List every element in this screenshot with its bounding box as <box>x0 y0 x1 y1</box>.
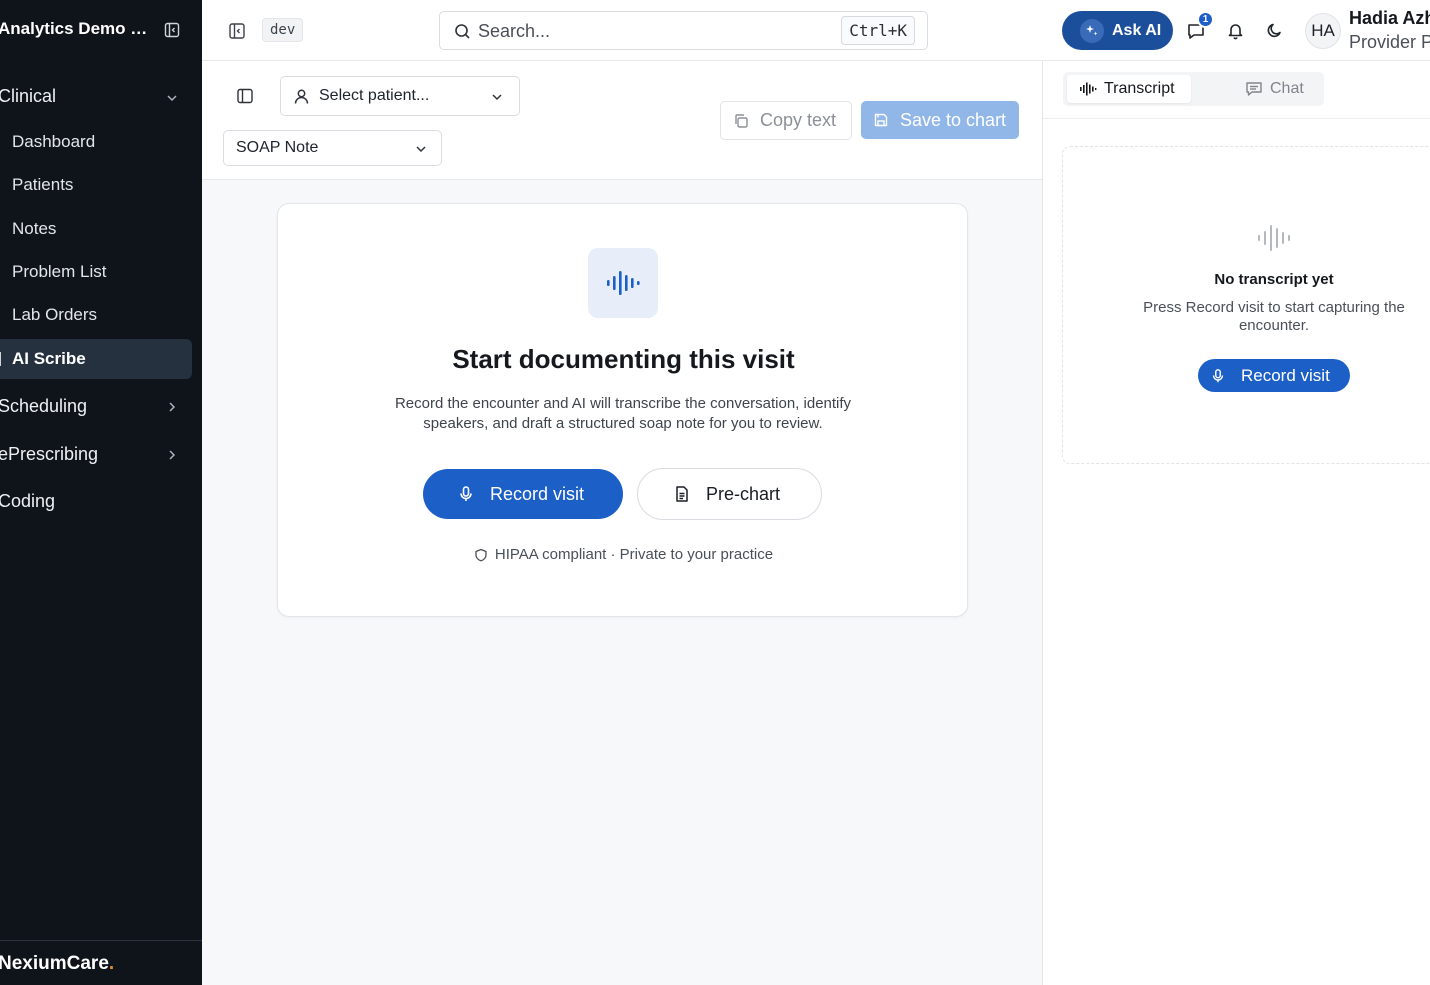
dark-mode-icon[interactable] <box>1265 21 1284 40</box>
sidebar-footer: NexiumCare. <box>0 940 202 985</box>
sidebar-header: Analytics Demo Clinic <box>0 0 202 61</box>
notification-count-badge: 1 <box>1197 11 1214 28</box>
top-bar: dev Ctrl+K Ask AI 1 HA Hadia Azhar Provi… <box>202 0 1430 61</box>
app-logo: NexiumCare. <box>0 953 114 975</box>
start-visit-card: Start documenting this visit Record the … <box>277 203 968 617</box>
section-clinical[interactable]: Clinical <box>0 86 56 107</box>
ask-ai-label: Ask AI <box>1112 21 1162 39</box>
sparkle-icon <box>1080 18 1104 43</box>
chevron-right-icon[interactable] <box>164 399 180 415</box>
org-title[interactable]: Analytics Demo Clinic <box>0 19 156 39</box>
sidebar-toggle-icon[interactable] <box>228 22 246 40</box>
sidebar: Analytics Demo Clinic Clinical Dashboard… <box>0 0 202 985</box>
chat-icon <box>1245 81 1263 97</box>
section-coding[interactable]: Coding <box>0 491 55 512</box>
pre-chart-button[interactable]: Pre-chart <box>637 468 822 520</box>
logo-dot: . <box>108 953 115 974</box>
sparkle-icon <box>0 352 2 366</box>
chevron-down-icon <box>489 89 505 105</box>
audio-wave-icon <box>1079 81 1097 97</box>
document-icon <box>673 485 691 503</box>
copy-icon <box>733 113 749 129</box>
card-description: Record the encounter and AI will transcr… <box>394 395 852 432</box>
sidebar-item-label: Patients <box>12 175 74 194</box>
bell-icon[interactable] <box>1226 21 1245 40</box>
note-type-value: SOAP Note <box>236 139 319 156</box>
card-title: Start documenting this visit <box>452 344 795 374</box>
panel-toggle-icon[interactable] <box>236 87 254 105</box>
save-to-chart-button[interactable]: Save to chart <box>861 101 1019 139</box>
search-input[interactable] <box>478 20 818 42</box>
audio-wave-icon <box>1257 220 1293 256</box>
empty-description: Press Record visit to start capturing th… <box>1143 299 1405 334</box>
avatar[interactable]: HA <box>1305 13 1341 49</box>
search-bar[interactable]: Ctrl+K <box>439 11 928 50</box>
note-type-select[interactable]: SOAP Note <box>223 130 442 166</box>
compliance-note: HIPAA compliant · Private to your practi… <box>278 546 969 563</box>
microphone-icon <box>457 485 475 503</box>
panel-tabs: Transcript Chat <box>1063 72 1324 106</box>
copy-text-label: Copy text <box>760 110 837 130</box>
transcript-panel: Transcript Chat No transcript yet Press … <box>1042 61 1430 985</box>
tab-label: Chat <box>1270 80 1304 97</box>
search-shortcut: Ctrl+K <box>841 16 915 45</box>
sidebar-collapse-icon[interactable] <box>164 22 180 38</box>
tab-chat[interactable]: Chat <box>1223 75 1323 103</box>
compliance-text: HIPAA compliant · Private to your practi… <box>494 546 774 563</box>
search-icon <box>454 23 471 40</box>
sidebar-item-patients[interactable]: Patients <box>0 165 192 205</box>
sidebar-item-dashboard[interactable]: Dashboard <box>0 122 192 162</box>
record-visit-label: Record visit <box>490 483 585 504</box>
scribe-workspace: Select patient... SOAP Note Copy text Sa… <box>202 61 1042 985</box>
transcript-empty-state: No transcript yet Press Record visit to … <box>1062 146 1430 464</box>
divider <box>1043 118 1430 119</box>
sidebar-item-label: AI Scribe <box>12 349 86 368</box>
editor-toolbar: Select patient... SOAP Note Copy text Sa… <box>202 61 1042 180</box>
patient-select-placeholder: Select patient... <box>319 87 430 104</box>
chevron-down-icon[interactable] <box>164 90 180 106</box>
save-icon <box>873 112 889 128</box>
sidebar-item-label: Dashboard <box>12 132 96 151</box>
tab-transcript[interactable]: Transcript <box>1067 75 1191 103</box>
copy-text-button[interactable]: Copy text <box>720 101 852 140</box>
tab-label: Transcript <box>1104 80 1175 97</box>
section-eprescribing[interactable]: ePrescribing <box>0 444 98 465</box>
patient-select[interactable]: Select patient... <box>280 76 520 116</box>
record-visit-button[interactable]: Record visit <box>423 469 623 519</box>
pre-chart-label: Pre-chart <box>706 483 781 504</box>
logo-text: NexiumCare <box>0 953 109 974</box>
sidebar-item-notes[interactable]: Notes <box>0 209 192 249</box>
user-name: Hadia Azhar <box>1349 8 1430 28</box>
ask-ai-button[interactable]: Ask AI <box>1062 11 1173 50</box>
record-visit-label: Record visit <box>1241 365 1330 385</box>
microphone-icon <box>1210 368 1226 384</box>
sidebar-item-label: Problem List <box>12 262 107 281</box>
sidebar-item-problem-list[interactable]: Problem List <box>0 252 192 292</box>
environment-badge: dev <box>262 18 304 42</box>
audio-wave-icon <box>588 248 658 318</box>
user-role: Provider Portal <box>1349 32 1430 52</box>
sidebar-item-label: Notes <box>12 219 57 238</box>
sidebar-item-lab-orders[interactable]: Lab Orders <box>0 295 192 335</box>
save-to-chart-label: Save to chart <box>900 109 1007 130</box>
shield-icon <box>474 548 488 562</box>
empty-title: No transcript yet <box>1214 271 1334 288</box>
sidebar-item-label: Lab Orders <box>12 305 98 324</box>
user-icon <box>293 88 310 105</box>
section-scheduling[interactable]: Scheduling <box>0 396 87 417</box>
chevron-right-icon[interactable] <box>164 447 180 463</box>
sidebar-item-ai-scribe[interactable]: AI Scribe <box>0 339 192 379</box>
chevron-down-icon <box>413 141 429 157</box>
record-visit-button[interactable]: Record visit <box>1198 359 1350 392</box>
